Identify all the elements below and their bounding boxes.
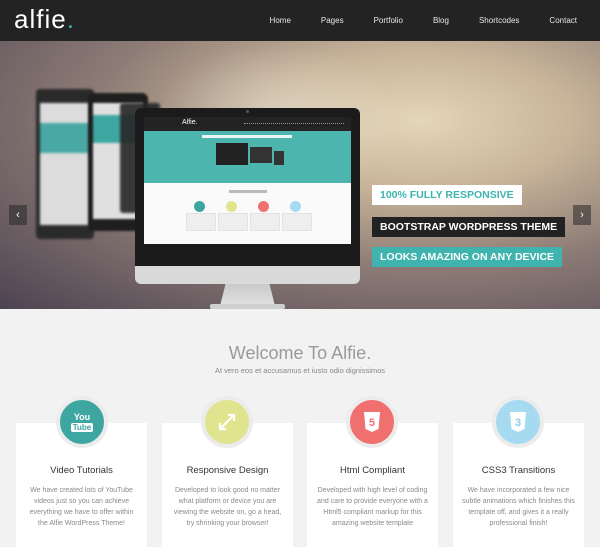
feature-description: Developed with high level of coding and …: [317, 487, 428, 527]
site-logo[interactable]: alfie.: [14, 4, 75, 35]
feature-title: CSS3 Transitions: [481, 465, 556, 476]
welcome-title: Welcome To Alfie.: [228, 343, 372, 363]
tablet-mockup: [36, 89, 94, 239]
youtube-icon: You Tube: [56, 396, 108, 448]
feature-title: Html Compliant: [340, 465, 405, 476]
logo-text: alfie: [14, 4, 67, 34]
monitor-mockup: Alfie.: [135, 108, 360, 266]
top-navigation-bar: alfie. Home Pages Portfolio Blog Shortco…: [0, 0, 600, 41]
monitor-logo: Alfie.: [182, 119, 198, 126]
monitor-camera: [246, 110, 249, 113]
resize-arrows-icon: [201, 396, 253, 448]
monitor-stand: [220, 284, 275, 306]
monitor-screen: Alfie.: [144, 117, 351, 244]
nav-portfolio[interactable]: Portfolio: [374, 16, 403, 25]
logo-dot: .: [66, 4, 75, 34]
feature-description: We have incorporated a few nice subtle a…: [462, 487, 575, 527]
monitor-base: [210, 304, 285, 309]
nav-home[interactable]: Home: [270, 16, 291, 25]
feature-title: Video Tutorials: [50, 465, 113, 476]
tagline-bootstrap: BOOTSTRAP WORDPRESS THEME: [372, 217, 566, 237]
main-nav: Home Pages Portfolio Blog Shortcodes Con…: [255, 0, 592, 41]
html5-icon: 5: [346, 396, 398, 448]
feature-description: Developed to look good no matter what pl…: [173, 487, 282, 527]
css3-icon: 3: [492, 396, 544, 448]
feature-description: We have created lots of YouTube videos j…: [29, 487, 134, 527]
tagline-any-device: LOOKS AMAZING ON ANY DEVICE: [372, 247, 563, 267]
nav-blog[interactable]: Blog: [433, 16, 449, 25]
nav-shortcodes[interactable]: Shortcodes: [479, 16, 519, 25]
svg-text:3: 3: [515, 417, 521, 429]
welcome-subtitle: At vero eos et accusamus et iusto odio d…: [214, 366, 386, 375]
svg-text:5: 5: [369, 417, 375, 429]
hero-slider: Alfie. 100% FULLY RESPONSIVE BOOTSTRAP W…: [0, 41, 600, 309]
monitor-chin: [135, 266, 360, 284]
tagline-responsive: 100% FULLY RESPONSIVE: [372, 185, 522, 205]
nav-contact[interactable]: Contact: [549, 16, 577, 25]
nav-pages[interactable]: Pages: [321, 16, 344, 25]
feature-title: Responsive Design: [186, 465, 269, 476]
slider-prev-button[interactable]: ‹: [9, 205, 27, 225]
slider-next-button[interactable]: ›: [573, 205, 591, 225]
